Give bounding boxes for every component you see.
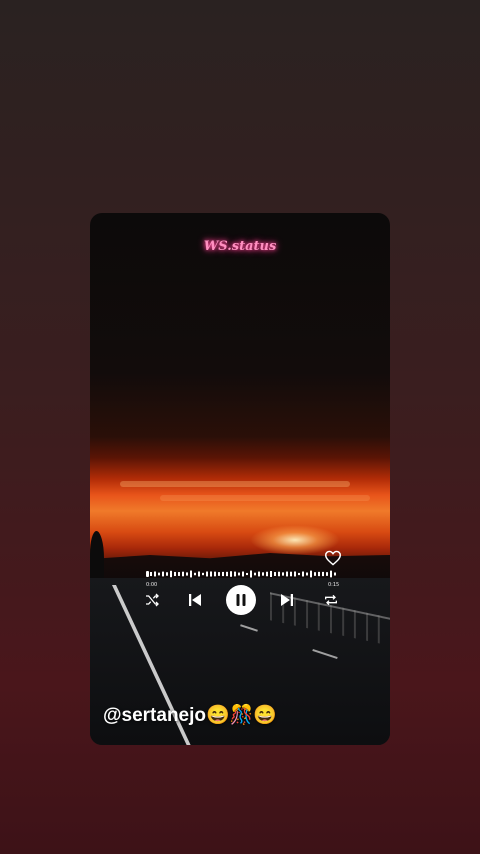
waveform-bar	[258, 571, 260, 577]
waveform-bar	[262, 572, 264, 576]
waveform-bar	[158, 572, 160, 576]
waveform-bar	[270, 570, 272, 578]
waveform-bar	[190, 570, 192, 578]
skip-previous-icon[interactable]	[186, 591, 204, 609]
waveform-bar	[178, 572, 180, 576]
heart-icon[interactable]	[324, 550, 342, 566]
playback-controls	[142, 585, 342, 615]
waveform-bar	[154, 571, 156, 577]
pause-icon[interactable]	[226, 585, 256, 615]
waveform-bar	[254, 572, 256, 576]
waveform-bar	[206, 571, 208, 577]
waveform-bar	[202, 572, 204, 576]
waveform-bar	[230, 571, 232, 577]
waveform-bar	[322, 571, 324, 577]
progress-waveform[interactable]	[146, 569, 338, 579]
waveform-bar	[162, 571, 164, 577]
progress-thumb[interactable]	[146, 571, 149, 577]
caption-text: @sertanejo😄🎊😄	[103, 705, 277, 726]
status-card: WS.status 0:00 0:15 @sertanejo😄🎊😄	[90, 213, 390, 745]
waveform-bar	[210, 571, 212, 577]
waveform-bar	[170, 570, 172, 578]
waveform-bar	[238, 572, 240, 576]
waveform-bar	[150, 572, 152, 576]
repeat-icon[interactable]	[323, 592, 339, 608]
waveform-bar	[294, 571, 296, 577]
waveform-bar	[290, 571, 292, 577]
shuffle-icon[interactable]	[144, 592, 160, 608]
waveform-bar	[234, 571, 236, 577]
cloud-band	[160, 495, 370, 501]
waveform-bar	[222, 571, 224, 577]
waveform-bar	[250, 570, 252, 578]
waveform-bar	[182, 571, 184, 577]
waveform-bar	[274, 572, 276, 576]
waveform-bar	[218, 572, 220, 576]
waveform-bar	[242, 571, 244, 577]
waveform-bar	[266, 571, 268, 577]
waveform-bar	[326, 572, 328, 576]
waveform-bar	[310, 570, 312, 578]
waveform-bar	[198, 571, 200, 577]
waveform-bar	[334, 572, 336, 576]
waveform-bar	[194, 572, 196, 576]
waveform-bar	[318, 571, 320, 577]
waveform-bar	[214, 571, 216, 577]
waveform-bar	[166, 572, 168, 576]
waveform-bar	[282, 572, 284, 576]
waveform-bar	[330, 570, 332, 578]
watermark-text: WS.status	[203, 239, 277, 254]
waveform-bar	[302, 571, 304, 577]
waveform-bar	[186, 572, 188, 576]
waveform-bar	[298, 572, 300, 576]
waveform-bar	[286, 571, 288, 577]
cloud-band	[120, 481, 350, 487]
tree-silhouette	[90, 531, 104, 581]
waveform-bar	[174, 571, 176, 577]
skip-next-icon[interactable]	[278, 591, 296, 609]
waveform-bar	[226, 571, 228, 577]
waveform-bar	[314, 572, 316, 576]
waveform-bar	[246, 572, 248, 576]
waveform-bar	[278, 571, 280, 577]
waveform-bar	[306, 572, 308, 576]
